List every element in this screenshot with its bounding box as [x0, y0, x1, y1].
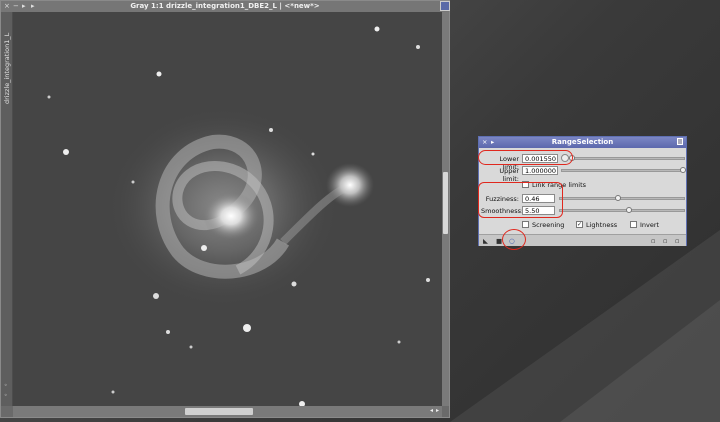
invert-label: Invert — [640, 221, 660, 229]
image-window-title: Gray 1:1 drizzle_integration1_DBE2_L | <… — [130, 2, 320, 10]
vertical-scrollbar[interactable] — [442, 12, 449, 406]
nav-dot-icon[interactable]: ◦ — [4, 392, 8, 399]
upper-limit-slider[interactable] — [561, 167, 686, 173]
nav-dot-icon[interactable]: ◦ — [4, 382, 8, 389]
fuzziness-slider-knob[interactable] — [615, 195, 621, 201]
scroll-left-icon[interactable]: ◂ — [430, 407, 433, 414]
fuzziness-smoothness-highlight — [478, 182, 563, 218]
lower-limit-highlight — [478, 150, 573, 165]
new-instance-icon[interactable]: ◣ — [483, 237, 488, 245]
browse-documentation-icon[interactable]: ▫ — [651, 237, 655, 245]
upper-limit-input[interactable]: 1.000000 — [522, 166, 558, 175]
image-window[interactable]: × − ▸ ▸ Gray 1:1 drizzle_integration1_DB… — [0, 0, 450, 418]
preview-button-highlight — [502, 229, 526, 250]
scroll-right-icon[interactable]: ▸ — [436, 407, 439, 414]
edit-instance-icon[interactable]: ▫ — [675, 237, 679, 245]
horizontal-scrollbar[interactable]: ◂ ▸ — [13, 406, 442, 417]
galaxy-image — [13, 12, 442, 406]
dialog-pin-icon[interactable] — [677, 138, 683, 145]
maximize-icon[interactable] — [440, 1, 450, 11]
lightness-checkbox[interactable]: ✓ — [576, 221, 583, 228]
upper-limit-label: Upper limit: — [499, 167, 519, 183]
image-side-tab-label: drizzle_integration1_L — [3, 32, 11, 104]
smoothness-slider[interactable] — [559, 207, 685, 213]
reset-icon[interactable]: ▫ — [663, 237, 667, 245]
upper-limit-slider-knob[interactable] — [680, 167, 686, 173]
screening-checkbox[interactable] — [522, 221, 529, 228]
dialog-titlebar[interactable]: × ▸ RangeSelection — [479, 137, 686, 148]
invert-checkbox[interactable] — [630, 221, 637, 228]
desktop-decoration — [560, 300, 720, 422]
screening-label: Screening — [532, 221, 565, 229]
vertical-scroll-thumb[interactable] — [443, 172, 448, 234]
image-side-tab[interactable]: drizzle_integration1_L ◦ ◦ — [1, 12, 13, 406]
image-canvas[interactable] — [13, 12, 442, 406]
smoothness-slider-knob[interactable] — [626, 207, 632, 213]
dialog-title: RangeSelection — [551, 138, 614, 146]
lower-limit-slider[interactable] — [569, 155, 685, 161]
lightness-label: Lightness — [586, 221, 618, 229]
fuzziness-slider[interactable] — [559, 195, 685, 201]
horizontal-scroll-thumb[interactable] — [185, 408, 253, 415]
